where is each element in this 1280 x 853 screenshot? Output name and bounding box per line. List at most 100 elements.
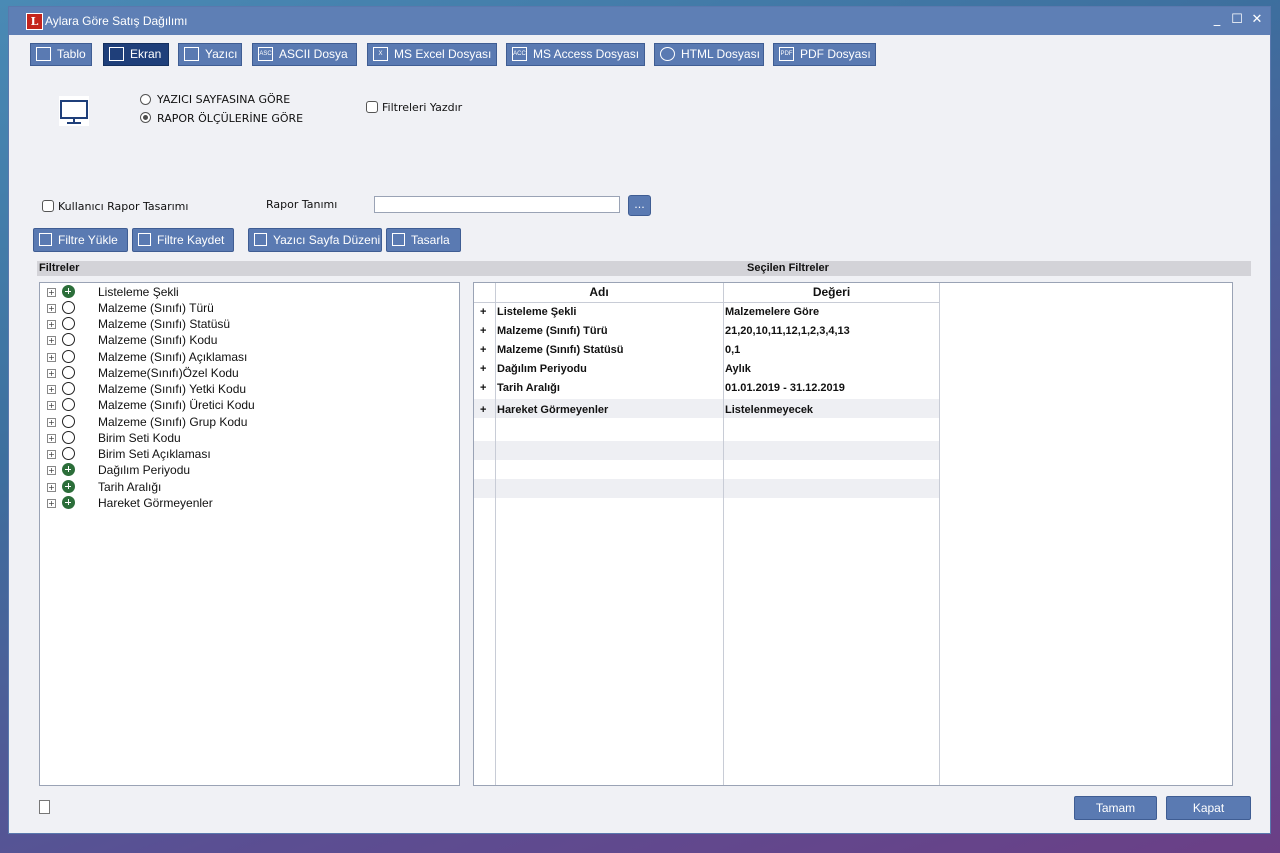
expand-icon[interactable]: + bbox=[480, 325, 486, 337]
document-icon[interactable] bbox=[39, 800, 50, 814]
selected-filters-grid[interactable]: Adı Değeri + Listeleme Şekli Malzemelere G… bbox=[473, 282, 1233, 786]
monitor-icon bbox=[109, 47, 124, 61]
ascii-icon: ASC bbox=[258, 47, 273, 61]
tab-ascii-label: ASCII Dosya bbox=[279, 47, 348, 61]
radio-report-size-label: RAPOR ÖLÇÜLERİNE GÖRE bbox=[157, 112, 304, 125]
tab-table[interactable]: Tablo bbox=[30, 43, 92, 66]
page-setup-button[interactable]: Yazıcı Sayfa Düzeni bbox=[248, 228, 382, 252]
tree-item[interactable]: + Dağılım Periyodu bbox=[40, 462, 459, 478]
globe-icon bbox=[660, 47, 675, 61]
filter-active-icon bbox=[62, 463, 75, 476]
print-filters-checkbox[interactable] bbox=[366, 101, 378, 113]
expand-icon[interactable]: + bbox=[480, 344, 486, 356]
table-row[interactable]: + Malzeme (Sınıfı) Statüsü 0,1 bbox=[474, 341, 939, 360]
table-row[interactable]: + Hareket Görmeyenler Listelenmeyecek bbox=[474, 401, 939, 420]
tree-item[interactable]: + Hareket Görmeyenler bbox=[40, 495, 459, 511]
ok-button[interactable]: Tamam bbox=[1074, 796, 1157, 820]
load-filter-button[interactable]: Filtre Yükle bbox=[33, 228, 128, 252]
tab-screen[interactable]: Ekran bbox=[103, 43, 169, 66]
tree-item[interactable]: + Malzeme (Sınıfı) Açıklaması bbox=[40, 349, 459, 365]
tab-excel-label: MS Excel Dosyası bbox=[394, 47, 492, 61]
expand-icon[interactable]: + bbox=[47, 434, 56, 443]
folder-open-icon bbox=[39, 233, 52, 246]
tree-item[interactable]: + Malzeme(Sınıfı)Özel Kodu bbox=[40, 365, 459, 381]
tree-item[interactable]: + Tarih Aralığı bbox=[40, 479, 459, 495]
expand-icon[interactable]: + bbox=[480, 404, 486, 416]
radio-printer-page[interactable] bbox=[140, 94, 151, 105]
filter-tree[interactable]: + Listeleme Şekli + Malzeme (Sınıfı) Türü … bbox=[39, 282, 460, 786]
tab-table-label: Tablo bbox=[57, 47, 86, 61]
table-row[interactable]: + Listeleme Şekli Malzemelere Göre bbox=[474, 303, 939, 322]
close-button[interactable]: ✕ bbox=[1249, 12, 1265, 28]
tab-ascii[interactable]: ASC ASCII Dosya bbox=[252, 43, 357, 66]
tree-item[interactable]: + Birim Seti Açıklaması bbox=[40, 446, 459, 462]
expand-icon[interactable]: + bbox=[47, 418, 56, 427]
radio-printer-page-label: YAZICI SAYFASINA GÖRE bbox=[157, 93, 291, 106]
tab-pdf[interactable]: PDF PDF Dosyası bbox=[773, 43, 876, 66]
title-bar[interactable]: L Aylara Göre Satış Dağılımı _ ☐ ✕ bbox=[9, 7, 1270, 35]
tree-item[interactable]: + Malzeme (Sınıfı) Üretici Kodu bbox=[40, 397, 459, 413]
maximize-button[interactable]: ☐ bbox=[1229, 12, 1245, 28]
close-dialog-button[interactable]: Kapat bbox=[1166, 796, 1251, 820]
tree-item[interactable]: + Malzeme (Sınıfı) Grup Kodu bbox=[40, 414, 459, 430]
tree-item[interactable]: + Malzeme (Sınıfı) Türü bbox=[40, 300, 459, 316]
expand-icon[interactable]: + bbox=[47, 369, 56, 378]
expand-icon[interactable]: + bbox=[47, 450, 56, 459]
window-title: Aylara Göre Satış Dağılımı bbox=[45, 14, 188, 28]
user-report-design-checkbox[interactable] bbox=[42, 200, 54, 212]
report-definition-input[interactable] bbox=[374, 196, 620, 213]
filters-header: Filtreler bbox=[39, 262, 80, 274]
expand-icon[interactable]: + bbox=[47, 353, 56, 362]
save-filter-button[interactable]: Filtre Kaydet bbox=[132, 228, 234, 252]
printer-icon bbox=[184, 47, 199, 61]
table-row[interactable]: + Tarih Aralığı 01.01.2019 - 31.12.2019 bbox=[474, 379, 939, 398]
tree-item[interactable]: + Malzeme (Sınıfı) Kodu bbox=[40, 332, 459, 348]
tree-item[interactable]: + Birim Seti Kodu bbox=[40, 430, 459, 446]
tree-item[interactable]: + Listeleme Şekli bbox=[40, 284, 459, 300]
radio-report-size[interactable] bbox=[140, 112, 151, 123]
filter-inactive-icon bbox=[62, 333, 75, 346]
page-setup-label: Yazıcı Sayfa Düzeni bbox=[273, 233, 381, 247]
column-header-value[interactable]: Değeri bbox=[724, 283, 939, 303]
tab-html[interactable]: HTML Dosyası bbox=[654, 43, 764, 66]
tab-access-label: MS Access Dosyası bbox=[533, 47, 640, 61]
expand-icon[interactable]: + bbox=[480, 382, 486, 394]
tab-access[interactable]: ACC MS Access Dosyası bbox=[506, 43, 645, 66]
table-row[interactable]: + Malzeme (Sınıfı) Türü 21,20,10,11,12,1,2… bbox=[474, 322, 939, 341]
expand-icon[interactable]: + bbox=[47, 288, 56, 297]
expand-icon[interactable]: + bbox=[480, 363, 486, 375]
expand-icon[interactable]: + bbox=[47, 401, 56, 410]
design-button[interactable]: Tasarla bbox=[386, 228, 461, 252]
expand-icon[interactable]: + bbox=[47, 499, 56, 508]
expand-icon[interactable]: + bbox=[47, 385, 56, 394]
filter-inactive-icon bbox=[62, 317, 75, 330]
minimize-button[interactable]: _ bbox=[1209, 12, 1225, 28]
table-icon bbox=[36, 47, 51, 61]
expand-icon[interactable]: + bbox=[47, 336, 56, 345]
tab-printer-label: Yazıcı bbox=[205, 47, 238, 61]
print-filters-label: Filtreleri Yazdır bbox=[382, 101, 463, 114]
filter-inactive-icon bbox=[62, 431, 75, 444]
filter-inactive-icon bbox=[62, 382, 75, 395]
expand-icon[interactable]: + bbox=[47, 320, 56, 329]
expand-icon[interactable]: + bbox=[47, 304, 56, 313]
access-icon: ACC bbox=[512, 47, 527, 61]
row-stripe bbox=[474, 441, 939, 460]
report-definition-browse-button[interactable]: ... bbox=[628, 195, 651, 216]
expand-icon[interactable]: + bbox=[480, 306, 486, 318]
edit-icon bbox=[392, 233, 405, 246]
app-logo-icon: L bbox=[26, 13, 43, 30]
filter-active-icon bbox=[62, 285, 75, 298]
page-icon bbox=[254, 233, 267, 246]
tree-item[interactable]: + Malzeme (Sınıfı) Yetki Kodu bbox=[40, 381, 459, 397]
tab-printer[interactable]: Yazıcı bbox=[178, 43, 242, 66]
expand-icon[interactable]: + bbox=[47, 466, 56, 475]
expand-icon[interactable]: + bbox=[47, 483, 56, 492]
tab-excel[interactable]: X MS Excel Dosyası bbox=[367, 43, 497, 66]
tree-item[interactable]: + Malzeme (Sınıfı) Statüsü bbox=[40, 316, 459, 332]
selected-filters-header: Seçilen Filtreler bbox=[747, 262, 829, 274]
table-row[interactable]: + Dağılım Periyodu Aylık bbox=[474, 360, 939, 379]
filters-section-bar: Filtreler Seçilen Filtreler bbox=[37, 261, 1251, 276]
column-header-name[interactable]: Adı bbox=[474, 283, 724, 303]
pdf-icon: PDF bbox=[779, 47, 794, 61]
